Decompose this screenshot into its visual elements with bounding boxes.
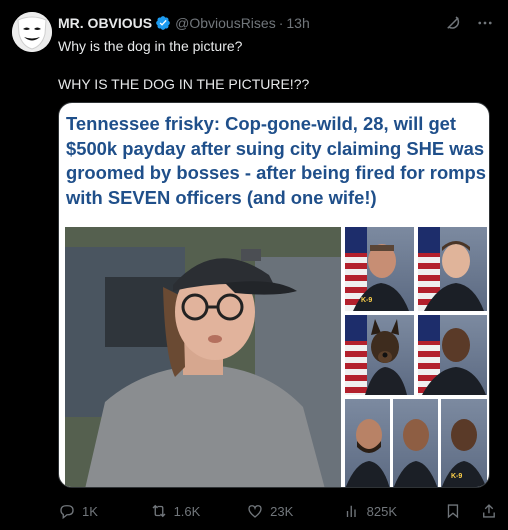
more-icon[interactable] (476, 14, 494, 32)
author-handle[interactable]: @ObviousRises (175, 15, 276, 31)
tweet[interactable]: MR. OBVIOUS @ObviousRises · 13h Why is t… (0, 0, 508, 530)
officer-photo-grid: K-9 K-9 (345, 227, 487, 487)
tweet-text-line: Why is the dog in the picture? (58, 38, 243, 54)
separator-dot: · (278, 15, 284, 31)
mask-face-icon (12, 12, 52, 52)
share-icon[interactable] (480, 502, 498, 520)
views-button[interactable]: 825K (343, 502, 443, 520)
officer-photo: K-9 (345, 227, 414, 311)
timestamp[interactable]: 13h (286, 15, 309, 31)
officer-photo (418, 227, 487, 311)
like-icon (248, 505, 262, 518)
reply-icon (60, 505, 74, 520)
main-photo (65, 227, 341, 487)
action-bar: 1K 1.6K 23K 825K (58, 500, 498, 522)
k9-badge: K-9 (361, 297, 373, 304)
like-button[interactable]: 23K (246, 502, 343, 520)
repost-count: 1.6K (173, 503, 201, 519)
grok-icon[interactable] (444, 14, 462, 32)
views-count: 825K (366, 503, 398, 519)
officer-photo (418, 315, 487, 395)
repost-button[interactable]: 1.6K (150, 502, 247, 520)
views-icon (346, 505, 356, 517)
like-count: 23K (270, 503, 294, 519)
officer-photo: K-9 (441, 399, 487, 487)
reply-count: 1K (82, 503, 98, 519)
tweet-text-line: WHY IS THE DOG IN THE PICTURE!?? (58, 76, 310, 92)
officer-photo (345, 399, 390, 487)
tweet-media[interactable]: Tennessee frisky: Cop-gone-wild, 28, wil… (58, 102, 490, 488)
k9-dog-photo (345, 315, 414, 395)
tweet-header: MR. OBVIOUS @ObviousRises · 13h (58, 13, 494, 33)
verified-badge-icon (156, 16, 170, 30)
officer-photo (393, 399, 438, 487)
k9-badge: K-9 (451, 473, 463, 480)
author-name[interactable]: MR. OBVIOUS (58, 15, 152, 31)
repost-icon (152, 504, 166, 518)
bookmark-icon[interactable] (444, 502, 462, 520)
reply-button[interactable]: 1K (58, 502, 150, 520)
woman-in-cap-photo (65, 227, 341, 487)
avatar[interactable] (12, 12, 52, 52)
article-headline: Tennessee frisky: Cop-gone-wild, 28, wil… (66, 113, 486, 208)
